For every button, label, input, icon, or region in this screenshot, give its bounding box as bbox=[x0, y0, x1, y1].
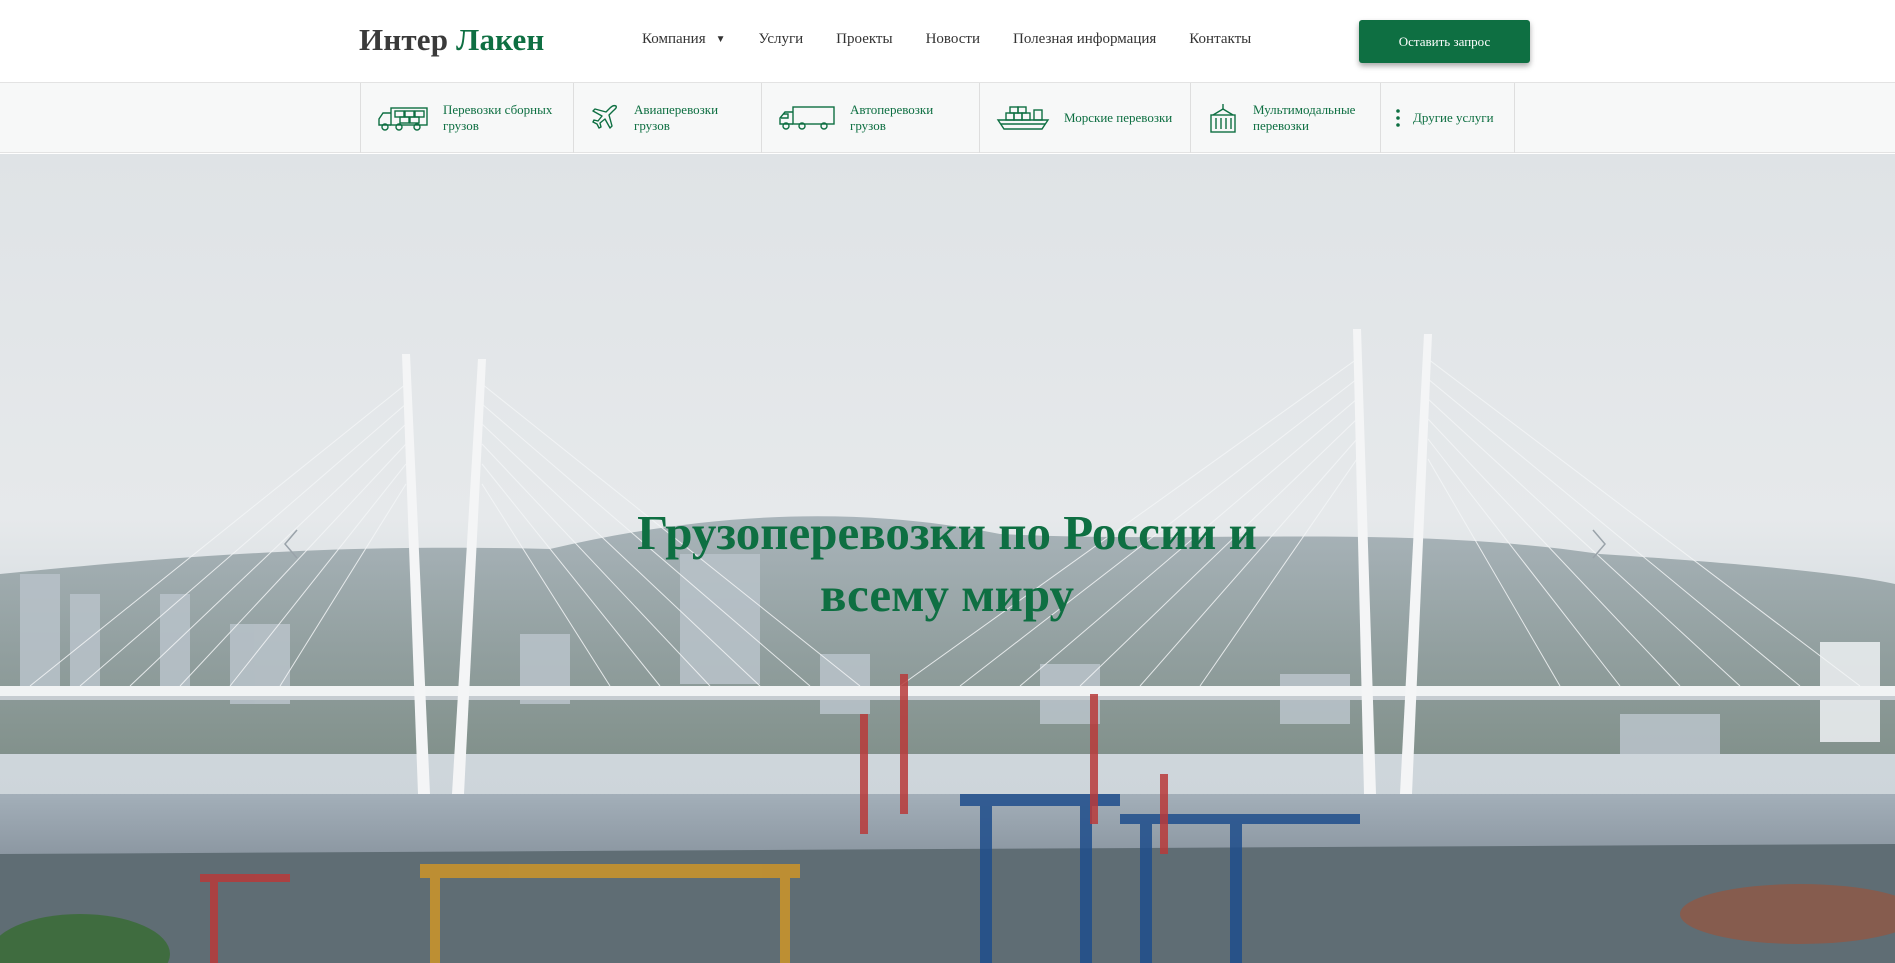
dropdown-caret-icon: ▼ bbox=[715, 34, 726, 45]
nav-label: Услуги bbox=[758, 31, 804, 47]
service-sea-freight[interactable]: Морские перевозки bbox=[980, 83, 1191, 153]
nav-item-services[interactable]: Услуги bbox=[759, 31, 804, 48]
service-label-line2: грузов bbox=[850, 118, 886, 133]
service-consolidated-cargo[interactable]: Перевозки сборных грузов bbox=[361, 83, 574, 153]
service-label-line1: Перевозки сборных bbox=[443, 102, 553, 117]
slider-prev-arrow-icon[interactable] bbox=[277, 524, 307, 564]
truck-icon bbox=[779, 106, 835, 130]
services-list: Перевозки сборных грузов Авиаперевозки г… bbox=[360, 83, 1515, 153]
service-label-line2: грузов bbox=[443, 118, 479, 133]
nav-item-contacts[interactable]: Контакты bbox=[1189, 31, 1251, 48]
nav-item-news[interactable]: Новости bbox=[926, 31, 980, 48]
logo-part-2: Лакен bbox=[456, 22, 545, 57]
logo-part-1: Интер bbox=[359, 22, 449, 57]
hero-title: Грузоперевозки по России и всему миру bbox=[547, 502, 1347, 626]
service-label-line2: грузов bbox=[634, 118, 670, 133]
service-label-line1: Другие услуги bbox=[1413, 110, 1494, 125]
service-air-freight[interactable]: Авиаперевозки грузов bbox=[574, 83, 762, 153]
nav-label: Новости bbox=[925, 31, 981, 47]
slider-next-arrow-icon[interactable] bbox=[1583, 524, 1613, 564]
hero-title-line1: Грузоперевозки по России и bbox=[637, 505, 1257, 560]
container-crane-icon bbox=[1210, 104, 1236, 133]
service-label-line2: перевозки bbox=[1253, 118, 1309, 133]
main-nav: Компания ▼ Услуги Проекты Новости Полезн… bbox=[642, 31, 1284, 48]
service-label-line1: Авиаперевозки bbox=[634, 102, 719, 117]
site-header: Интер Лакен Компания ▼ Услуги Проекты Но… bbox=[0, 0, 1895, 83]
truck-cargo-icon bbox=[378, 107, 428, 131]
services-bar: Перевозки сборных грузов Авиаперевозки г… bbox=[0, 83, 1895, 153]
logo[interactable]: Интер Лакен bbox=[359, 22, 544, 58]
nav-label: Компания bbox=[642, 31, 706, 47]
nav-item-company[interactable]: Компания ▼ bbox=[642, 31, 726, 48]
service-label-line1: Морские перевозки bbox=[1064, 110, 1173, 125]
service-other[interactable]: Другие услуги bbox=[1381, 83, 1515, 153]
airplane-icon bbox=[592, 104, 617, 129]
request-button[interactable]: Оставить запрос bbox=[1359, 20, 1530, 63]
more-dots-icon bbox=[1396, 109, 1400, 127]
ship-icon bbox=[996, 106, 1050, 130]
nav-label: Полезная информация bbox=[1013, 31, 1157, 47]
hero-title-line2: всему миру bbox=[820, 567, 1074, 622]
nav-item-useful-info[interactable]: Полезная информация bbox=[1013, 31, 1156, 48]
service-multimodal[interactable]: Мультимодальные перевозки bbox=[1191, 83, 1381, 153]
nav-label: Проекты bbox=[836, 31, 893, 47]
service-label-line1: Автоперевозки bbox=[850, 102, 934, 117]
hero-slider: Грузоперевозки по России и всему миру bbox=[0, 154, 1895, 963]
service-road-freight[interactable]: Автоперевозки грузов bbox=[762, 83, 980, 153]
nav-label: Контакты bbox=[1189, 31, 1252, 47]
nav-item-projects[interactable]: Проекты bbox=[836, 31, 892, 48]
service-label-line1: Мультимодальные bbox=[1253, 102, 1356, 117]
